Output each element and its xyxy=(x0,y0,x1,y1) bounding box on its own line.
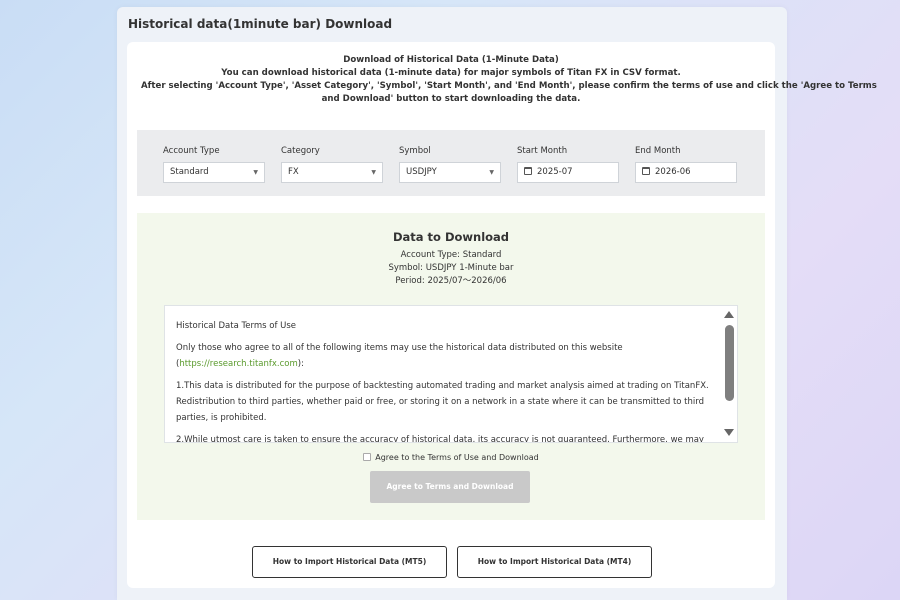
chevron-down-icon: ▼ xyxy=(489,169,494,176)
panel-title: Historical data(1minute bar) Download xyxy=(128,17,393,31)
symbol-select[interactable]: USDJPY ▼ xyxy=(399,162,501,183)
calendar-icon xyxy=(524,167,532,175)
scrollbar-thumb[interactable] xyxy=(725,325,734,401)
agree-checkbox-row[interactable]: Agree to the Terms of Use and Download xyxy=(137,453,765,462)
account-type-filter: Account Type Standard ▼ xyxy=(163,146,265,183)
summary-account-type: Account Type: Standard xyxy=(400,250,502,260)
scroll-up-arrow-icon[interactable] xyxy=(724,311,734,318)
data-to-download-title: Data to Download xyxy=(392,230,510,244)
howto-mt4-button[interactable]: How to Import Historical Data (MT4) xyxy=(457,546,652,578)
agree-checkbox-label: Agree to the Terms of Use and Download xyxy=(375,453,539,462)
terms-heading: Historical Data Terms of Use xyxy=(176,321,297,331)
terms-intro: Only those who agree to all of the follo… xyxy=(176,340,720,372)
end-month-filter: End Month 2026-06 xyxy=(635,146,737,183)
symbol-label: Symbol xyxy=(399,146,431,156)
end-month-value: 2026-06 xyxy=(655,167,691,177)
end-month-input[interactable]: 2026-06 xyxy=(635,162,737,183)
category-select[interactable]: FX ▼ xyxy=(281,162,383,183)
start-month-filter: Start Month 2025-07 xyxy=(517,146,619,183)
howto-mt5-button[interactable]: How to Import Historical Data (MT5) xyxy=(252,546,447,578)
download-panel: Historical data(1minute bar) Download Do… xyxy=(117,7,877,600)
start-month-value: 2025-07 xyxy=(537,167,573,177)
account-type-label: Account Type xyxy=(163,146,220,156)
chevron-down-icon: ▼ xyxy=(371,169,376,176)
download-card: Download of Historical Data (1-Minute Da… xyxy=(127,42,877,588)
terms-intro-end: ): xyxy=(297,359,304,369)
research-link[interactable]: https://research.titanfx.com xyxy=(179,359,297,369)
intro-line: After selecting 'Account Type', 'Asset C… xyxy=(141,81,877,91)
symbol-value: USDJPY xyxy=(406,167,437,177)
intro-line: and Download' button to start downloadin… xyxy=(321,94,581,104)
summary-symbol: Symbol: USDJPY 1-Minute bar xyxy=(388,263,514,273)
scroll-down-arrow-icon[interactable] xyxy=(724,429,734,436)
category-value: FX xyxy=(288,167,299,177)
calendar-icon xyxy=(642,167,650,175)
end-month-label: End Month xyxy=(635,146,681,156)
intro-heading: Download of Historical Data (1-Minute Da… xyxy=(343,55,559,65)
symbol-filter: Symbol USDJPY ▼ xyxy=(399,146,501,183)
category-label: Category xyxy=(281,146,320,156)
account-type-select[interactable]: Standard ▼ xyxy=(163,162,265,183)
terms-of-use-box[interactable]: Historical Data Terms of Use Only those … xyxy=(164,305,738,443)
agree-checkbox[interactable] xyxy=(363,453,372,461)
account-type-value: Standard xyxy=(170,167,209,177)
data-to-download-section: Data to Download Account Type: Standard … xyxy=(137,213,765,520)
download-summary: Account Type: Standard Symbol: USDJPY 1-… xyxy=(137,249,765,288)
filter-bar: Account Type Standard ▼ Category FX ▼ Sy… xyxy=(137,130,765,196)
terms-content: Historical Data Terms of Use Only those … xyxy=(176,318,720,443)
terms-item-2: 2.While utmost care is taken to ensure t… xyxy=(176,435,704,443)
agree-and-download-button[interactable]: Agree to Terms and Download xyxy=(370,471,530,503)
start-month-label: Start Month xyxy=(517,146,568,156)
chevron-down-icon: ▼ xyxy=(253,169,258,176)
intro-line: You can download historical data (1-minu… xyxy=(221,68,681,78)
terms-item-1: 1.This data is distributed for the purpo… xyxy=(176,381,709,423)
category-filter: Category FX ▼ xyxy=(281,146,383,183)
intro-text: Download of Historical Data (1-Minute Da… xyxy=(127,54,877,106)
start-month-input[interactable]: 2025-07 xyxy=(517,162,619,183)
summary-period: Period: 2025/07〜2026/06 xyxy=(395,276,507,286)
